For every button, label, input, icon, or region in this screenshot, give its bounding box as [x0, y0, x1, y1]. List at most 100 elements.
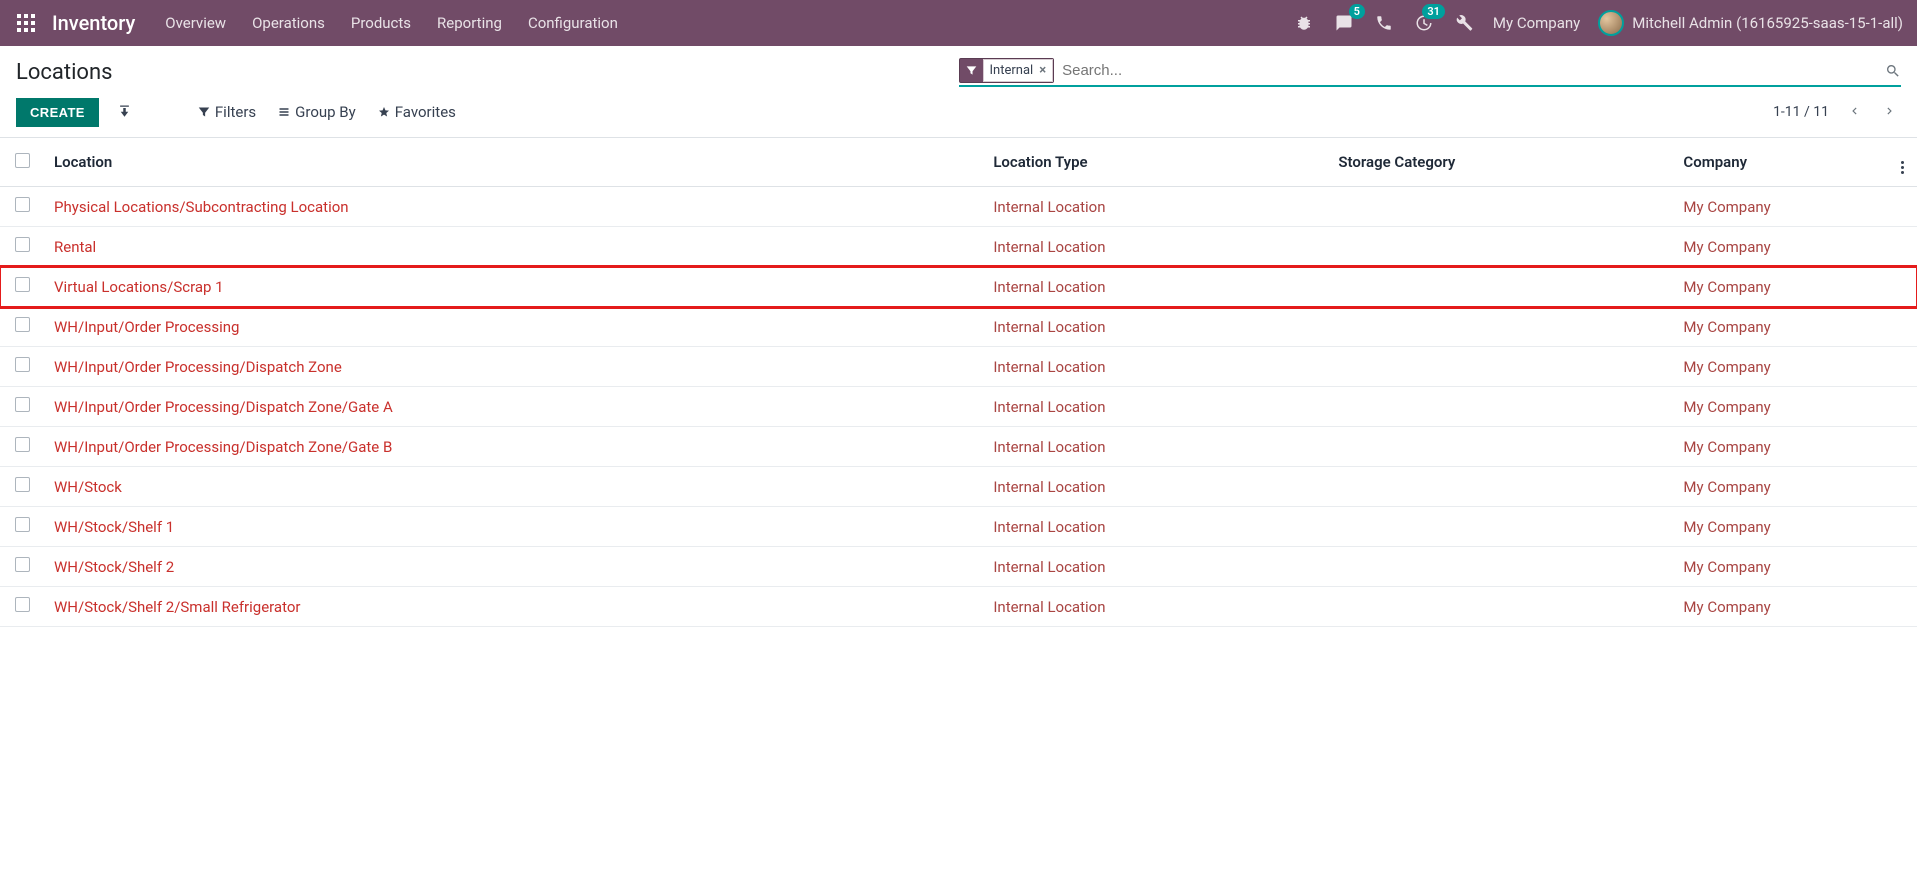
table-row[interactable]: WH/Stock/Shelf 2Internal LocationMy Comp…: [0, 547, 1917, 587]
location-link[interactable]: WH/Input/Order Processing/Dispatch Zone/…: [54, 438, 392, 456]
menu-operations[interactable]: Operations: [252, 14, 325, 32]
top-navbar: Inventory Overview Operations Products R…: [0, 0, 1917, 46]
app-brand[interactable]: Inventory: [52, 11, 135, 35]
tools-icon[interactable]: [1453, 12, 1475, 34]
row-checkbox[interactable]: [15, 277, 30, 292]
row-checkbox[interactable]: [15, 317, 30, 332]
row-checkbox[interactable]: [15, 557, 30, 572]
location-type-cell: Internal Location: [983, 387, 1328, 427]
apps-icon[interactable]: [14, 11, 38, 35]
search-filter-tag: Internal ×: [959, 58, 1055, 83]
search-icon[interactable]: [1885, 63, 1901, 79]
company-cell: My Company: [1673, 347, 1887, 387]
location-link[interactable]: WH/Input/Order Processing: [54, 318, 239, 336]
menu-overview[interactable]: Overview: [165, 14, 226, 32]
company-cell: My Company: [1673, 507, 1887, 547]
storage-category-cell: [1328, 187, 1673, 227]
row-checkbox[interactable]: [15, 437, 30, 452]
search-bar[interactable]: Internal ×: [959, 58, 1902, 87]
location-type-cell: Internal Location: [983, 187, 1328, 227]
table-row[interactable]: WH/Input/Order Processing Internal Locati…: [0, 307, 1917, 347]
row-checkbox[interactable]: [15, 237, 30, 252]
location-type-cell: Internal Location: [983, 467, 1328, 507]
company-switcher[interactable]: My Company: [1493, 14, 1580, 32]
location-link[interactable]: WH/Stock/Shelf 1: [54, 518, 174, 536]
pager-prev-button[interactable]: [1843, 100, 1865, 125]
user-menu[interactable]: Mitchell Admin (16165925-saas-15-1-all): [1598, 10, 1903, 36]
groupby-button[interactable]: Group By: [278, 103, 356, 121]
optional-columns-icon[interactable]: [1901, 161, 1904, 174]
table-row[interactable]: Physical Locations/Subcontracting Locati…: [0, 187, 1917, 227]
company-cell: My Company: [1673, 387, 1887, 427]
activity-icon[interactable]: 31: [1413, 12, 1435, 34]
row-checkbox[interactable]: [15, 477, 30, 492]
table-row[interactable]: WH/Input/Order Processing/Dispatch Zone/…: [0, 387, 1917, 427]
pager-next-button[interactable]: [1879, 100, 1901, 125]
funnel-icon: [960, 61, 983, 80]
company-cell: My Company: [1673, 267, 1887, 307]
company-cell: My Company: [1673, 467, 1887, 507]
menu-configuration[interactable]: Configuration: [528, 14, 618, 32]
location-link[interactable]: WH/Stock/Shelf 2: [54, 558, 174, 576]
location-type-cell: Internal Location: [983, 507, 1328, 547]
location-link[interactable]: WH/Input/Order Processing/Dispatch Zone/…: [54, 398, 393, 416]
column-header-location[interactable]: Location: [44, 138, 983, 187]
storage-category-cell: [1328, 307, 1673, 347]
location-link[interactable]: Rental: [54, 238, 96, 256]
messages-icon[interactable]: 5: [1333, 12, 1355, 34]
location-type-cell: Internal Location: [983, 587, 1328, 627]
select-all-checkbox[interactable]: [15, 153, 30, 168]
storage-category-cell: [1328, 347, 1673, 387]
table-row[interactable]: Rental Internal Location My Company: [0, 227, 1917, 267]
storage-category-cell: [1328, 467, 1673, 507]
control-panel: Locations Internal × CREATE: [0, 46, 1917, 138]
search-filter-tag-label: Internal: [990, 63, 1034, 78]
close-icon[interactable]: ×: [1039, 63, 1046, 78]
avatar: [1598, 10, 1624, 36]
storage-category-cell: [1328, 387, 1673, 427]
table-row[interactable]: WH/Input/Order Processing/Dispatch Zone/…: [0, 427, 1917, 467]
company-cell: My Company: [1673, 187, 1887, 227]
phone-icon[interactable]: [1373, 12, 1395, 34]
table-row[interactable]: WH/Stock/Shelf 2/Small Refrigerator Inter…: [0, 587, 1917, 627]
location-link[interactable]: Physical Locations/Subcontracting Locati…: [54, 198, 349, 216]
location-type-cell: Internal Location: [983, 307, 1328, 347]
company-cell: My Company: [1673, 587, 1887, 627]
search-input[interactable]: [1060, 58, 1885, 83]
table-row[interactable]: Virtual Locations/Scrap 1Internal Locati…: [0, 267, 1917, 307]
menu-products[interactable]: Products: [351, 14, 411, 32]
storage-category-cell: [1328, 227, 1673, 267]
location-type-cell: Internal Location: [983, 347, 1328, 387]
row-checkbox[interactable]: [15, 597, 30, 612]
chevron-right-icon: [1883, 104, 1897, 118]
messages-badge: 5: [1349, 4, 1365, 19]
location-link[interactable]: WH/Input/Order Processing/Dispatch Zone: [54, 358, 342, 376]
locations-table: Location Location Type Storage Category …: [0, 138, 1917, 627]
row-checkbox[interactable]: [15, 197, 30, 212]
filters-button[interactable]: Filters: [198, 103, 256, 121]
download-button[interactable]: [111, 97, 138, 127]
row-checkbox[interactable]: [15, 357, 30, 372]
navbar-right: 5 31 My Company Mitchell Admin (16165925…: [1293, 10, 1903, 36]
column-header-company[interactable]: Company: [1673, 138, 1887, 187]
company-cell: My Company: [1673, 307, 1887, 347]
table-row[interactable]: WH/Input/Order Processing/Dispatch Zone I…: [0, 347, 1917, 387]
storage-category-cell: [1328, 427, 1673, 467]
row-checkbox[interactable]: [15, 517, 30, 532]
location-link[interactable]: WH/Stock/Shelf 2/Small Refrigerator: [54, 598, 301, 616]
favorites-button[interactable]: Favorites: [378, 103, 456, 121]
table-row[interactable]: WH/Stock/Shelf 1 Internal Location My Comp…: [0, 507, 1917, 547]
menu-reporting[interactable]: Reporting: [437, 14, 502, 32]
storage-category-cell: [1328, 267, 1673, 307]
table-row[interactable]: WH/Stock Internal Location My Company: [0, 467, 1917, 507]
debug-icon[interactable]: [1293, 12, 1315, 34]
column-header-storage[interactable]: Storage Category: [1328, 138, 1673, 187]
row-checkbox[interactable]: [15, 397, 30, 412]
pager-text[interactable]: 1-11 / 11: [1773, 104, 1829, 120]
location-link[interactable]: Virtual Locations/Scrap 1: [54, 278, 224, 296]
location-type-cell: Internal Location: [983, 227, 1328, 267]
create-button[interactable]: CREATE: [16, 98, 99, 127]
company-cell: My Company: [1673, 227, 1887, 267]
column-header-type[interactable]: Location Type: [983, 138, 1328, 187]
location-link[interactable]: WH/Stock: [54, 478, 122, 496]
